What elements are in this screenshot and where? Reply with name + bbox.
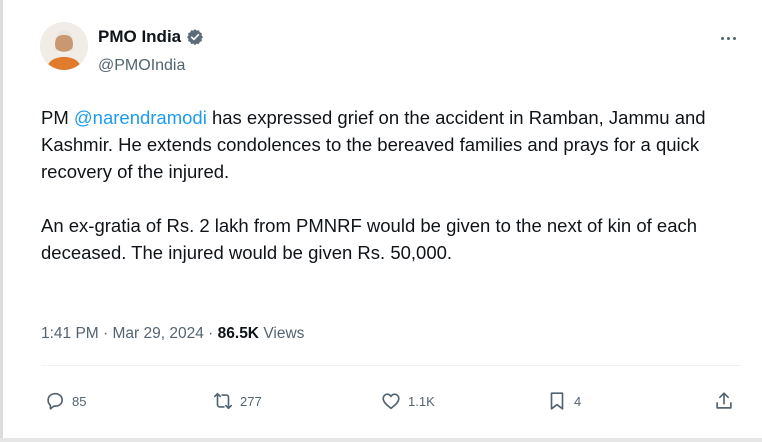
tweet-time[interactable]: 1:41 PM — [41, 325, 99, 342]
share-icon — [716, 392, 732, 409]
tweet-paragraph-2: An ex-gratia of Rs. 2 lakh from PMNRF wo… — [41, 215, 698, 263]
avatar[interactable] — [40, 22, 88, 70]
avatar-portrait-icon — [40, 22, 88, 70]
reply-button[interactable]: 85 — [44, 390, 86, 412]
views-label: Views — [259, 325, 305, 342]
bookmark-count: 4 — [574, 393, 582, 409]
verified-badge-icon[interactable] — [186, 28, 204, 46]
author-name-row: PMO India — [98, 27, 204, 47]
frame-edge — [0, 0, 3, 442]
action-bar: 85 277 1.1K 4 — [0, 390, 762, 420]
tweet-date[interactable]: Mar 29, 2024 — [113, 325, 204, 342]
tweet-paragraph-1: PM @narendramodi has expressed grief on … — [41, 104, 731, 185]
frame-edge-bottom — [0, 438, 762, 442]
like-button[interactable]: 1.1K — [380, 390, 435, 412]
share-button[interactable] — [713, 390, 735, 412]
views-count: 86.5K — [217, 325, 260, 342]
bookmark-icon — [550, 392, 564, 410]
author-handle[interactable]: @PMOIndia — [98, 57, 185, 75]
more-options-icon[interactable] — [716, 28, 740, 48]
tweet-prefix: PM — [41, 107, 74, 128]
meta-separator: · — [203, 325, 218, 342]
divider — [41, 365, 741, 366]
meta-separator: · — [98, 325, 113, 342]
display-name[interactable]: PMO India — [98, 27, 181, 47]
like-count: 1.1K — [408, 393, 435, 409]
bookmark-button[interactable]: 4 — [546, 390, 581, 412]
tweet-text: PM @narendramodi has expressed grief on … — [41, 104, 731, 266]
mention-link[interactable]: @narendramodi — [74, 107, 207, 128]
heart-icon — [382, 393, 400, 410]
repost-count: 277 — [240, 393, 262, 409]
tweet-card: PMO India @PMOIndia PM @narendramodi has… — [0, 0, 762, 442]
reply-count: 85 — [72, 393, 87, 409]
reply-icon — [47, 392, 63, 410]
tweet-meta: 1:41 PM · Mar 29, 2024 · 86.5K Views — [41, 325, 304, 343]
repost-icon — [213, 392, 233, 410]
repost-button[interactable]: 277 — [212, 390, 262, 412]
